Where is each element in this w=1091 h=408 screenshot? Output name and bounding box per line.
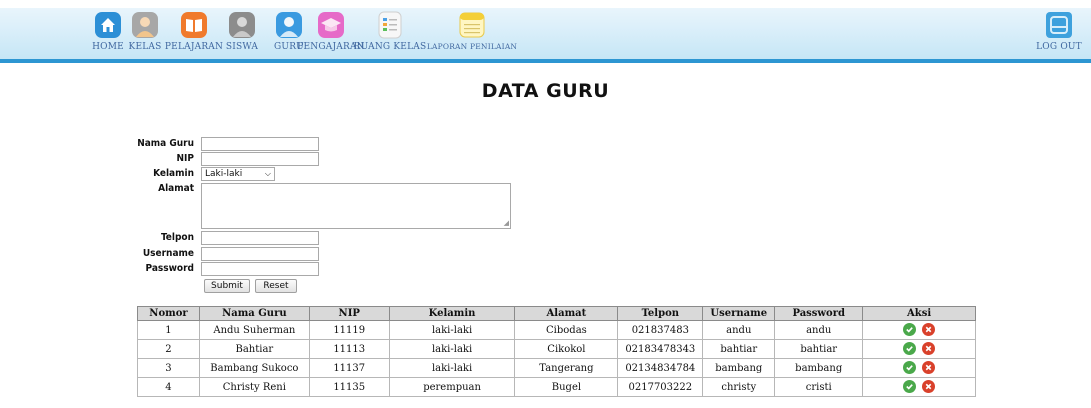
delete-x-icon[interactable] bbox=[922, 342, 936, 355]
cell-alamat: Tangerang bbox=[514, 358, 619, 378]
header-telpon: Telpon bbox=[617, 306, 704, 321]
cell-aksi bbox=[862, 320, 976, 340]
cell-nomor: 3 bbox=[137, 358, 200, 378]
cell-password: cristi bbox=[774, 377, 864, 397]
cell-telpon: 021837483 bbox=[617, 320, 704, 340]
logout-icon bbox=[1046, 12, 1072, 38]
cell-nip: 11119 bbox=[308, 320, 390, 340]
nav-siswa[interactable]: SISWA bbox=[224, 10, 260, 60]
notepad-icon bbox=[459, 12, 485, 38]
cell-telpon: 02134834784 bbox=[617, 358, 704, 378]
header-nip: NIP bbox=[308, 306, 390, 321]
alamat-textarea[interactable]: ◢ bbox=[201, 183, 511, 229]
chevron-down-icon: ⌵ bbox=[264, 169, 271, 178]
cell-aksi bbox=[862, 339, 976, 359]
cell-alamat: Cibodas bbox=[514, 320, 619, 340]
cell-nip: 11113 bbox=[308, 339, 390, 359]
header-kelamin: Kelamin bbox=[388, 306, 516, 321]
home-icon bbox=[95, 12, 121, 38]
header-nama-guru: Nama Guru bbox=[198, 306, 310, 321]
edit-check-icon[interactable] bbox=[903, 323, 917, 336]
cell-password: bahtiar bbox=[774, 339, 864, 359]
book-icon bbox=[181, 12, 207, 38]
nav-pengajaran[interactable]: PENGAJARAN bbox=[297, 10, 365, 60]
delete-x-icon[interactable] bbox=[922, 323, 936, 336]
cell-kelamin: perempuan bbox=[388, 377, 516, 397]
cell-nomor: 2 bbox=[137, 339, 200, 359]
cell-nama-guru: Bambang Sukoco bbox=[198, 358, 310, 378]
page-title: DATA GURU bbox=[481, 80, 610, 102]
top-navbar: HOME KELAS PELAJARAN SISWA GURU PENGAJAR… bbox=[0, 8, 1091, 63]
submit-button[interactable]: Submit bbox=[204, 279, 250, 293]
cell-kelamin: laki-laki bbox=[388, 320, 516, 340]
nav-kelas[interactable]: KELAS bbox=[128, 10, 162, 60]
cell-password: bambang bbox=[774, 358, 864, 378]
telpon-input[interactable] bbox=[201, 231, 319, 245]
list-icon bbox=[378, 11, 402, 39]
header-aksi: Aksi bbox=[862, 306, 976, 321]
cell-username: andu bbox=[702, 320, 776, 340]
kelamin-select[interactable]: Laki-laki ⌵ bbox=[201, 167, 275, 181]
delete-x-icon[interactable] bbox=[922, 380, 936, 393]
cell-nip: 11135 bbox=[308, 377, 390, 397]
cell-kelamin: laki-laki bbox=[388, 358, 516, 378]
cell-nama-guru: Bahtiar bbox=[198, 339, 310, 359]
person-icon bbox=[132, 12, 158, 38]
cell-username: bambang bbox=[702, 358, 776, 378]
telpon-label: Telpon bbox=[160, 232, 194, 243]
cell-username: christy bbox=[702, 377, 776, 397]
nav-guru[interactable]: GURU bbox=[274, 10, 304, 60]
table-header-row: Nomor Nama Guru NIP Kelamin Alamat Telpo… bbox=[137, 306, 976, 321]
header-password: Password bbox=[774, 306, 864, 321]
cell-username: bahtiar bbox=[702, 339, 776, 359]
cell-telpon: 0217703222 bbox=[617, 377, 704, 397]
cell-alamat: Bugel bbox=[514, 377, 619, 397]
nav-home[interactable]: HOME bbox=[88, 10, 128, 60]
student-icon bbox=[229, 12, 255, 38]
password-label: Password bbox=[145, 263, 194, 274]
cell-nama-guru: Andu Suherman bbox=[198, 320, 310, 340]
nama-guru-input[interactable] bbox=[201, 137, 319, 151]
edit-check-icon[interactable] bbox=[903, 342, 917, 355]
table-row: 1 Andu Suherman 11119 laki-laki Cibodas … bbox=[137, 320, 976, 340]
table-row: 4 Christy Reni 11135 perempuan Bugel 021… bbox=[137, 377, 976, 397]
cell-alamat: Cikokol bbox=[514, 339, 619, 359]
nav-ruang-kelas[interactable]: RUANG KELAS bbox=[354, 10, 426, 60]
nav-pelajaran[interactable]: PELAJARAN bbox=[165, 10, 223, 60]
header-alamat: Alamat bbox=[514, 306, 619, 321]
nav-laporan-penilaian[interactable]: LAPORAN PENILAIAN bbox=[427, 10, 517, 60]
kelamin-label: Kelamin bbox=[153, 168, 194, 179]
nama-guru-label: Nama Guru bbox=[137, 138, 194, 149]
username-input[interactable] bbox=[201, 247, 319, 261]
teacher-icon bbox=[276, 12, 302, 38]
nip-input[interactable] bbox=[201, 152, 319, 166]
edit-check-icon[interactable] bbox=[903, 361, 917, 374]
resize-grip-icon[interactable]: ◢ bbox=[504, 220, 509, 227]
password-input[interactable] bbox=[201, 262, 319, 276]
kelamin-selected-value: Laki-laki bbox=[205, 169, 243, 179]
cell-kelamin: laki-laki bbox=[388, 339, 516, 359]
cell-nip: 11137 bbox=[308, 358, 390, 378]
reset-button[interactable]: Reset bbox=[255, 279, 297, 293]
logout-button[interactable]: LOG OUT bbox=[1036, 10, 1082, 60]
cell-nomor: 4 bbox=[137, 377, 200, 397]
nip-label: NIP bbox=[176, 153, 194, 164]
table-row: 2 Bahtiar 11113 laki-laki Cikokol 021834… bbox=[137, 339, 976, 359]
username-label: Username bbox=[142, 248, 194, 259]
cell-telpon: 02183478343 bbox=[617, 339, 704, 359]
edit-check-icon[interactable] bbox=[903, 380, 917, 393]
cell-password: andu bbox=[774, 320, 864, 340]
cell-aksi bbox=[862, 377, 976, 397]
delete-x-icon[interactable] bbox=[922, 361, 936, 374]
graduation-cap-icon bbox=[318, 12, 344, 38]
header-nomor: Nomor bbox=[137, 306, 200, 321]
table-row: 3 Bambang Sukoco 11137 laki-laki Tangera… bbox=[137, 358, 976, 378]
guru-table: Nomor Nama Guru NIP Kelamin Alamat Telpo… bbox=[137, 306, 976, 397]
alamat-label: Alamat bbox=[158, 183, 194, 194]
cell-nomor: 1 bbox=[137, 320, 200, 340]
cell-aksi bbox=[862, 358, 976, 378]
header-username: Username bbox=[702, 306, 776, 321]
cell-nama-guru: Christy Reni bbox=[198, 377, 310, 397]
